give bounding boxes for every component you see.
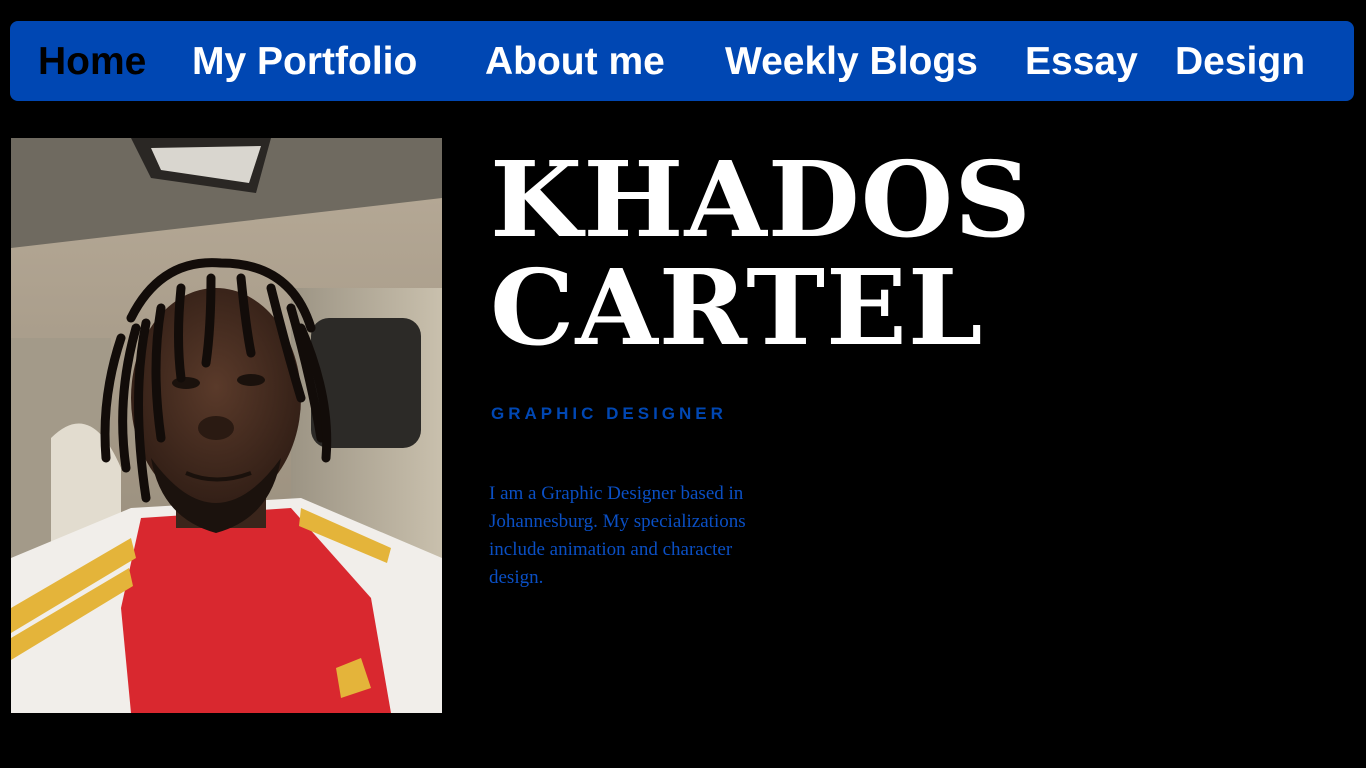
hero-role-subtitle: GRAPHIC DESIGNER [491, 404, 727, 423]
nav-design-link[interactable]: Design [1175, 38, 1305, 86]
hero-name-line-2: CARTEL [490, 246, 984, 369]
hero-name-line-1: KHADOS [490, 138, 1032, 261]
nav-about-me-link[interactable]: About me [485, 38, 665, 86]
nav-essay-link[interactable]: Essay [1025, 38, 1138, 86]
profile-photo [11, 138, 442, 713]
top-navigation-bar: Home My Portfolio About me Weekly Blogs … [10, 21, 1354, 101]
nav-my-portfolio-link[interactable]: My Portfolio [192, 38, 417, 86]
hero-bio-text: I am a Graphic Designer based in Johanne… [489, 483, 746, 588]
nav-home-link[interactable]: Home [38, 38, 146, 86]
nav-weekly-blogs-link[interactable]: Weekly Blogs [725, 38, 978, 86]
